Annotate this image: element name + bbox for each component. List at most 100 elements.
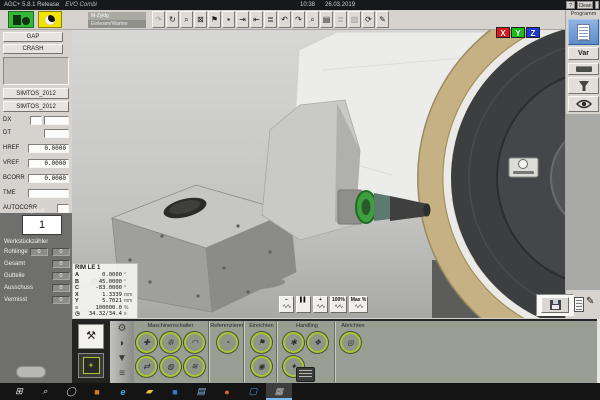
axis-x-button[interactable]: X — [496, 27, 510, 38]
axis-y-button[interactable]: Y — [511, 27, 525, 38]
edit-button[interactable]: ✎ — [376, 11, 389, 28]
axis-readout-row: ◷ 34.32/34.4 s — [75, 311, 135, 318]
counter-field[interactable]: 0 — [52, 296, 70, 304]
machine-status-box: M-Zyklg Einlesen/Warten — [88, 12, 146, 28]
program-button[interactable] — [568, 19, 599, 45]
app-orange[interactable]: ■ — [84, 383, 110, 400]
lamp-icon[interactable]: ◗ — [119, 336, 125, 351]
notes-button[interactable]: ▥ — [348, 11, 361, 28]
axis-z-button[interactable]: Z — [526, 27, 540, 38]
refresh-button[interactable]: ⟳ — [362, 11, 375, 28]
program-slot-1[interactable]: SIMTOS_2012 — [3, 88, 69, 99]
manual-mode-button[interactable]: ⚒ — [78, 324, 104, 349]
axes-button[interactable]: ⇄ — [136, 356, 157, 377]
counter-field[interactable]: 0 — [30, 248, 48, 256]
save-button[interactable] — [541, 297, 569, 313]
speed-up-button[interactable]: + ∿∿ — [313, 296, 328, 313]
program-list-button[interactable]: ≣ — [264, 11, 277, 28]
workpiece-mode-button[interactable]: ✦ — [78, 353, 104, 378]
pause-button[interactable]: ▌▌ — [296, 296, 311, 313]
edit-pen-icon[interactable]: ✎ — [586, 296, 594, 307]
app-document[interactable]: ▤ — [188, 383, 214, 400]
bcorr-field[interactable]: 0.0000 — [28, 174, 69, 183]
gap-button[interactable]: GAP — [3, 32, 63, 42]
single-block-button[interactable]: ▪ — [222, 11, 235, 28]
program-restart-button[interactable]: ↻ — [166, 11, 179, 28]
reference-button[interactable]: ◔ — [217, 332, 238, 353]
collision-monitor-button[interactable] — [38, 11, 62, 28]
app-photos[interactable]: ■ — [162, 383, 188, 400]
chuck-button[interactable]: ◠ — [184, 332, 205, 353]
unloader-button[interactable]: ❖ — [307, 332, 328, 353]
save-icon — [550, 300, 561, 310]
gripper-button[interactable]: ≋ — [184, 356, 205, 377]
counter-field[interactable]: 0 — [52, 248, 70, 256]
taskbar-icon: ▢ — [249, 386, 258, 397]
list-icon[interactable]: ≡ — [119, 366, 125, 381]
tool-icon[interactable]: ▼ — [117, 351, 127, 366]
undo-button[interactable]: ↶ — [278, 11, 291, 28]
dx-field-2[interactable] — [44, 116, 69, 125]
dressing-button[interactable]: ◎ — [340, 332, 361, 353]
control-strip-button[interactable] — [568, 63, 599, 75]
speed-100-button[interactable]: 100% ∿∿ — [330, 296, 347, 313]
clamp-button[interactable] — [568, 77, 599, 94]
dx-field-1[interactable] — [30, 116, 42, 125]
settings-gear-icon[interactable]: ⚙ — [118, 321, 127, 336]
log-button[interactable]: ≣ — [334, 11, 347, 28]
window-menu-button[interactable] — [595, 1, 599, 9]
var-button[interactable]: Var — [568, 47, 599, 60]
visibility-button[interactable] — [568, 96, 599, 112]
keyboard-button[interactable] — [296, 367, 315, 382]
program-close-button[interactable]: ⊠ — [194, 11, 207, 28]
firefox-browser[interactable]: ● — [214, 383, 240, 400]
loader-button[interactable]: ✱ — [283, 332, 304, 353]
speed-down-button[interactable]: − ∿∿ — [279, 296, 294, 313]
print-button[interactable]: ▤ — [320, 11, 333, 28]
counter-field[interactable]: 0 — [52, 260, 70, 268]
counter-field[interactable]: 0 — [52, 272, 70, 280]
control-strip-icon — [576, 66, 592, 72]
app-window[interactable]: ▢ — [240, 383, 266, 400]
jump-forward-button[interactable]: ⇥ — [236, 11, 249, 28]
axis-readout-row: X 1.3339 mm — [75, 292, 135, 299]
program-slot-2[interactable]: SIMTOS_2012 — [3, 101, 69, 112]
panel-handle-button[interactable] — [16, 366, 46, 378]
edge-browser[interactable]: e — [110, 383, 136, 400]
program-search-button[interactable]: ⌕ — [180, 11, 193, 28]
circle-icon: ◔ — [225, 338, 230, 347]
overlay-title: RIM LE 1 — [75, 265, 135, 272]
cycle-counter-panel: Zyklus 1 Werkstückzähler Rohlinge 0 0 Ge… — [0, 213, 72, 383]
zoom-button[interactable]: ⌕ — [306, 11, 319, 28]
title-bar: AGC+ 5.8.1 ReleaseEVO Combi 10:38 26.03.… — [0, 0, 600, 10]
tme-label: TME — [3, 190, 16, 196]
touch-probe-button[interactable]: ◉ — [251, 356, 272, 377]
speed-max-button[interactable]: Max % ∿∿ — [349, 296, 369, 313]
search-button[interactable]: ⌕ — [32, 383, 58, 400]
counter-field[interactable]: 0 — [52, 284, 70, 292]
setup-flag-button[interactable]: ⚑ — [251, 332, 272, 353]
crash-button[interactable]: CRASH — [3, 44, 63, 54]
set-marker-button[interactable]: ⚑ — [208, 11, 221, 28]
status-mode: M-Zyklg — [88, 12, 146, 20]
task-view-button[interactable]: ◯ — [58, 383, 84, 400]
jump-back-button[interactable]: ⇤ — [250, 11, 263, 28]
clean-button[interactable]: Clean — [577, 1, 593, 9]
protocol-button[interactable] — [574, 297, 584, 312]
zyklus-value-box[interactable]: 1 — [22, 215, 62, 235]
turret-button[interactable]: ◍ — [160, 356, 181, 377]
vref-field[interactable]: 0.0000 — [28, 159, 69, 168]
href-field[interactable]: 0.0000 — [28, 144, 69, 153]
file-explorer[interactable]: ▰ — [136, 383, 162, 400]
dt-field[interactable] — [44, 129, 69, 138]
spindle-button[interactable]: ✚ — [136, 332, 157, 353]
agc-app[interactable]: ▦ — [266, 383, 292, 400]
machine-start-button[interactable] — [8, 11, 34, 28]
coolant-button[interactable]: ❊ — [160, 332, 181, 353]
simulation-viewport[interactable]: RIM LE 1 A 0.0000 ° B 45.0000 ° — [72, 30, 565, 318]
redo-button[interactable]: ↷ — [292, 11, 305, 28]
tme-field[interactable] — [28, 189, 69, 198]
step-back-button[interactable]: ↷ — [152, 11, 165, 28]
start-button[interactable]: ⊞ — [6, 383, 32, 400]
help-button[interactable]: ? — [566, 1, 575, 9]
